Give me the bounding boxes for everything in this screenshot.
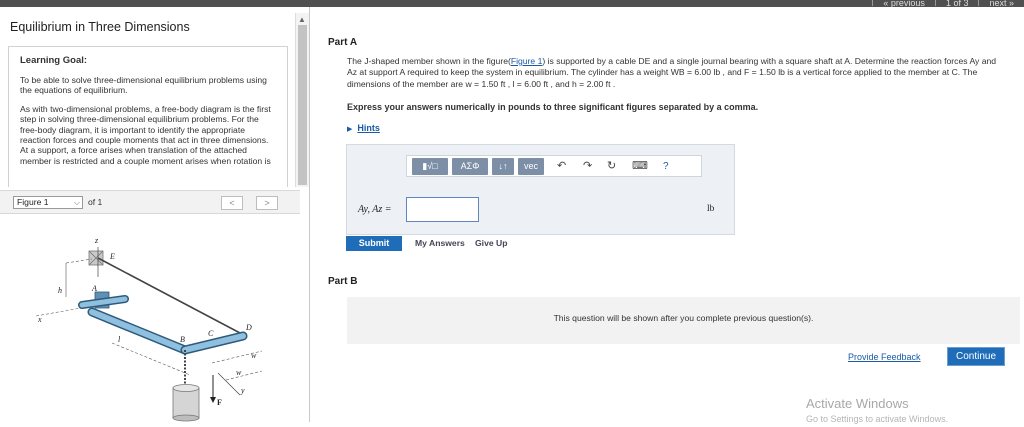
part-a-label: Part A	[328, 37, 358, 48]
hints-label: Hints	[357, 123, 380, 133]
label-l: l	[118, 335, 121, 344]
previous-link[interactable]: « previous	[872, 0, 935, 7]
j-member-diagram: z E h A x l B C D w w y F	[35, 236, 263, 422]
chevron-down-icon: ⌵	[73, 198, 80, 207]
help-icon[interactable]: ?	[663, 158, 669, 175]
label-e: E	[109, 252, 115, 261]
h-dimension-line	[65, 258, 93, 264]
part-b-box: This question will be shown after you co…	[347, 297, 1020, 344]
provide-feedback-link[interactable]: Provide Feedback	[848, 352, 921, 362]
member-ab	[89, 309, 188, 353]
top-navigation: « previous 1 of 3 next »	[872, 0, 1024, 7]
greek-symbols-button[interactable]: ΑΣΦ	[452, 158, 488, 175]
label-a: A	[91, 284, 97, 293]
vec-button[interactable]: vec	[518, 158, 544, 175]
answer-instruction: Express your answers numerically in poun…	[347, 102, 759, 112]
label-b: B	[180, 335, 185, 344]
left-pane: Equilibrium in Three Dimensions Learning…	[0, 7, 310, 422]
label-c: C	[208, 329, 214, 338]
undo-icon[interactable]: ↶	[557, 158, 566, 175]
cylinder-weight-icon	[172, 384, 200, 422]
top-bar	[0, 0, 1024, 7]
shaft	[79, 296, 128, 308]
right-pane: Part A The J-shaped member shown in the …	[311, 7, 1024, 424]
page-indicator: 1 of 3	[934, 0, 979, 7]
math-toolbar: ▮√□ ΑΣΦ ↓↑ vec ↶ ↷ ↻ ⌨ ?	[406, 155, 702, 177]
activate-windows-subtitle: Go to Settings to activate Windows.	[806, 414, 949, 424]
continue-button[interactable]: Continue	[947, 347, 1005, 366]
subscript-superscript-button[interactable]: ↓↑	[492, 158, 514, 175]
scrollbar-thumb[interactable]	[298, 25, 307, 185]
label-z: z	[94, 236, 99, 245]
templates-button[interactable]: ▮√□	[412, 158, 448, 175]
page-title: Equilibrium in Three Dimensions	[10, 20, 190, 34]
keyboard-icon[interactable]: ⌨	[632, 158, 648, 175]
hints-toggle[interactable]: ▶ Hints	[347, 123, 380, 133]
next-link[interactable]: next »	[978, 0, 1024, 7]
force-f-arrowhead	[210, 397, 216, 403]
label-w2: w	[236, 368, 242, 377]
submit-button[interactable]: Submit	[346, 236, 402, 251]
learning-goal-body: As with two-dimensional problems, a free…	[20, 103, 271, 166]
give-up-link[interactable]: Give Up	[475, 238, 507, 248]
activate-windows-title: Activate Windows	[806, 396, 909, 411]
part-b-label: Part B	[328, 276, 358, 287]
left-scrollbar[interactable]: ▲	[295, 13, 309, 187]
label-w1: w	[251, 351, 257, 360]
member-bd	[182, 333, 246, 353]
part-b-message: This question will be shown after you co…	[553, 313, 814, 323]
figure-count: of 1	[88, 197, 103, 207]
figure-select-value: Figure 1	[17, 197, 49, 207]
reset-icon[interactable]: ↻	[607, 158, 616, 175]
label-y: y	[240, 386, 245, 395]
problem-text-pre: The J-shaped member shown in the figure(	[347, 56, 511, 66]
figure-select[interactable]: Figure 1 ⌵	[13, 196, 83, 209]
answer-box: ▮√□ ΑΣΦ ↓↑ vec ↶ ↷ ↻ ⌨ ? Ay, Az = lb	[346, 144, 735, 235]
unit-label: lb	[707, 204, 715, 214]
figure-toolbar: Figure 1 ⌵ of 1 < >	[0, 190, 300, 214]
learning-goal-heading: Learning Goal:	[20, 55, 88, 66]
label-d: D	[245, 323, 252, 332]
learning-goal-text: To be able to solve three-dimensional eq…	[20, 75, 267, 96]
expand-triangle-icon: ▶	[347, 126, 353, 133]
figure-prev-button[interactable]: <	[221, 196, 243, 210]
label-f: F	[217, 398, 222, 407]
scroll-up-icon[interactable]: ▲	[298, 15, 306, 24]
label-h: h	[58, 286, 62, 295]
figure-next-button[interactable]: >	[256, 196, 278, 210]
figure-area: z E h A x l B C D w w y F	[0, 215, 300, 422]
my-answers-link[interactable]: My Answers	[415, 238, 465, 248]
learning-goal-box: Learning Goal: To be able to solve three…	[8, 46, 288, 187]
answer-input[interactable]	[406, 197, 479, 222]
w-dimension-line	[225, 370, 263, 381]
label-x: x	[37, 315, 42, 324]
equation-label: Ay, Az =	[358, 204, 392, 215]
support-bracket-icon	[88, 250, 104, 266]
redo-icon[interactable]: ↷	[583, 158, 592, 175]
problem-statement: The J-shaped member shown in the figure(…	[347, 56, 997, 90]
figure-link[interactable]: Figure 1	[511, 56, 543, 66]
